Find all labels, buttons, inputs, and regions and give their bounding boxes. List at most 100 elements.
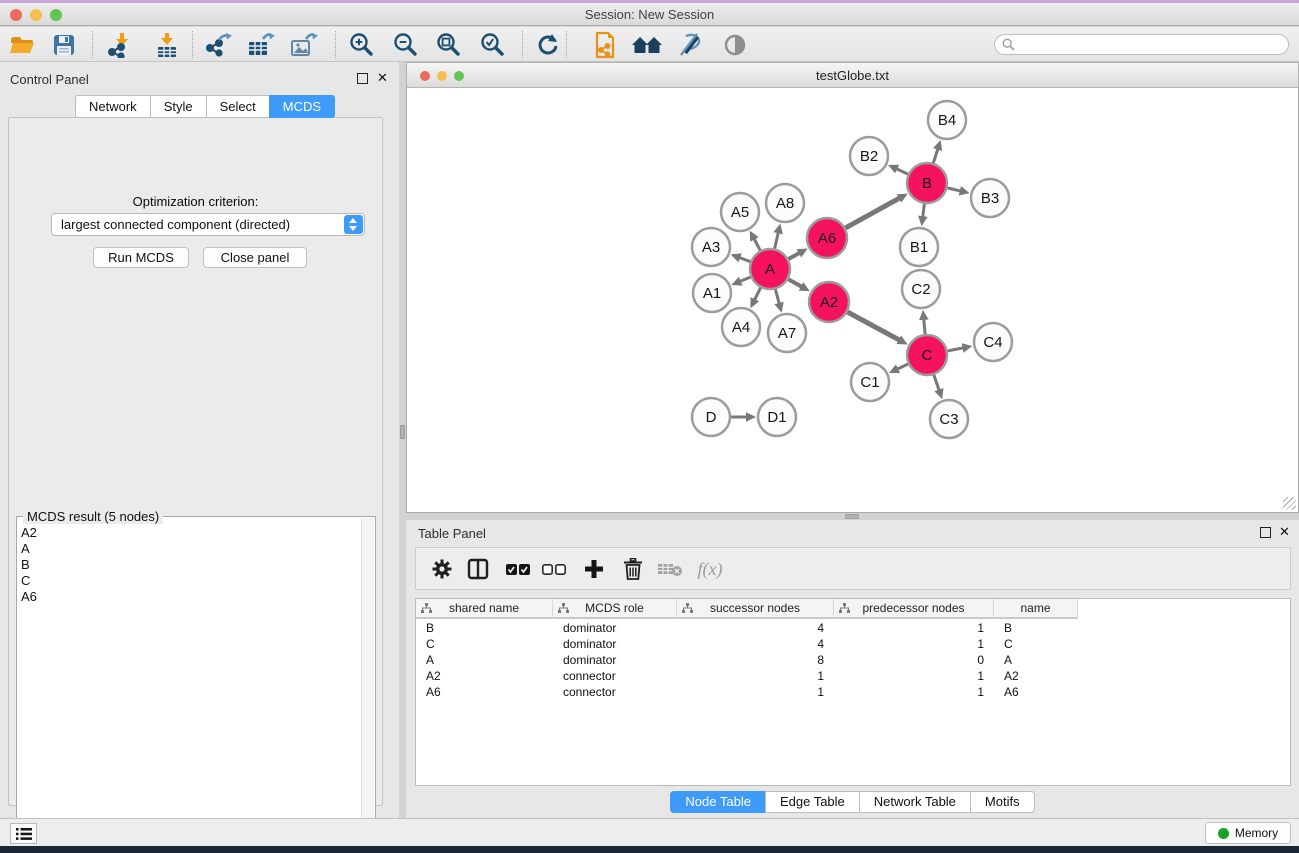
edge-A-A2[interactable] — [788, 279, 802, 287]
refresh-button[interactable] — [531, 30, 565, 59]
vertical-splitter-handle[interactable] — [400, 425, 405, 439]
hide-graphics-details-button[interactable] — [673, 30, 707, 59]
edge-A-A7[interactable] — [775, 289, 779, 305]
cell-shared-name[interactable]: B — [416, 621, 553, 637]
tab-mcds[interactable]: MCDS — [269, 95, 335, 118]
function-builder-button[interactable]: f(x) — [694, 554, 726, 584]
cell-predecessor-nodes[interactable]: 1 — [834, 621, 994, 637]
table-row[interactable]: A2connector11A2 — [416, 669, 1078, 685]
cell-shared-name[interactable]: A — [416, 653, 553, 669]
window-titlebar[interactable]: Session: New Session — [0, 3, 1299, 26]
open-session-button[interactable] — [5, 30, 39, 59]
vertical-splitter[interactable] — [399, 62, 406, 818]
export-table-button[interactable] — [244, 30, 278, 59]
cell-shared-name[interactable]: A2 — [416, 669, 553, 685]
column-header-name[interactable]: name — [994, 599, 1078, 619]
result-item[interactable]: A2 — [21, 525, 37, 541]
table-row[interactable]: Cdominator41C — [416, 637, 1078, 653]
deselect-all-button[interactable] — [538, 554, 570, 584]
table-settings-button[interactable] — [426, 554, 458, 584]
cell-MCDS-role[interactable]: connector — [553, 685, 677, 701]
cell-name[interactable]: A2 — [994, 669, 1078, 685]
result-item[interactable]: A — [21, 541, 37, 557]
edge-B-B1[interactable] — [923, 204, 925, 218]
cell-shared-name[interactable]: C — [416, 637, 553, 653]
edge-C-C3[interactable] — [934, 375, 940, 392]
cell-predecessor-nodes[interactable]: 0 — [834, 653, 994, 669]
show-columns-button[interactable] — [462, 554, 494, 584]
edge-C-C2[interactable] — [924, 318, 925, 334]
import-network-button[interactable] — [103, 30, 137, 59]
column-header-successor-nodes[interactable]: successor nodes — [677, 599, 834, 619]
edge-B-B4[interactable] — [933, 148, 938, 163]
select-all-button[interactable] — [502, 554, 534, 584]
network-snapshot-button[interactable] — [588, 30, 622, 59]
tab-network[interactable]: Network — [75, 95, 150, 118]
control-panel-close-icon[interactable]: ✕ — [377, 70, 388, 86]
cell-successor-nodes[interactable]: 4 — [677, 637, 834, 653]
cell-shared-name[interactable]: A6 — [416, 685, 553, 701]
horizontal-splitter-handle[interactable] — [845, 514, 859, 519]
tab-select[interactable]: Select — [206, 95, 269, 118]
table-row[interactable]: Adominator80A — [416, 653, 1078, 669]
network-canvas[interactable]: B4B2BB3A8A5A6A3B1AA1C2A2A4A7C4CC1C3DD1 — [406, 88, 1299, 513]
cell-successor-nodes[interactable]: 1 — [677, 669, 834, 685]
resize-grip-icon[interactable] — [1283, 497, 1296, 510]
result-item[interactable]: C — [21, 573, 37, 589]
horizontal-splitter[interactable] — [406, 513, 1299, 520]
task-history-button[interactable] — [10, 823, 37, 844]
criterion-select[interactable]: largest connected component (directed) — [51, 213, 365, 236]
result-item[interactable]: B — [21, 557, 37, 573]
edge-A-A5[interactable] — [754, 238, 761, 251]
search-field[interactable] — [994, 34, 1289, 55]
zoom-selected-button[interactable] — [475, 30, 509, 59]
edge-B-B3[interactable] — [947, 188, 961, 191]
edge-A-A4[interactable] — [754, 288, 761, 301]
cell-MCDS-role[interactable]: dominator — [553, 621, 677, 637]
home-button[interactable] — [630, 30, 664, 59]
cell-successor-nodes[interactable]: 8 — [677, 653, 834, 669]
result-scrollbar[interactable] — [361, 518, 374, 853]
edge-A6-B[interactable] — [845, 197, 900, 227]
show-graphics-details-button[interactable] — [718, 30, 752, 59]
column-header-shared-name[interactable]: shared name — [416, 599, 553, 619]
edge-A-A6[interactable] — [788, 252, 800, 259]
close-panel-button[interactable]: Close panel — [203, 247, 307, 268]
tab-edge-table[interactable]: Edge Table — [765, 791, 859, 813]
tab-network-table[interactable]: Network Table — [859, 791, 970, 813]
tab-style[interactable]: Style — [150, 95, 206, 118]
cell-MCDS-role[interactable]: dominator — [553, 637, 677, 653]
export-network-button[interactable] — [202, 30, 236, 59]
run-mcds-button[interactable]: Run MCDS — [93, 247, 189, 268]
edge-C-C4[interactable] — [948, 348, 965, 351]
cell-successor-nodes[interactable]: 4 — [677, 621, 834, 637]
table-panel-close-icon[interactable]: ✕ — [1279, 524, 1290, 540]
cell-predecessor-nodes[interactable]: 1 — [834, 637, 994, 653]
zoom-in-button[interactable] — [344, 30, 378, 59]
cell-name[interactable]: C — [994, 637, 1078, 653]
result-item[interactable]: A6 — [21, 589, 37, 605]
delete-table-button[interactable] — [654, 554, 686, 584]
tab-motifs[interactable]: Motifs — [970, 791, 1035, 813]
cell-MCDS-role[interactable]: dominator — [553, 653, 677, 669]
column-header-MCDS-role[interactable]: MCDS role — [553, 599, 677, 619]
column-header-predecessor-nodes[interactable]: predecessor nodes — [834, 599, 994, 619]
tab-node-table[interactable]: Node Table — [670, 791, 765, 813]
edge-B-B2[interactable] — [895, 168, 908, 174]
edge-A-A8[interactable] — [775, 231, 779, 248]
table-row[interactable]: A6connector11A6 — [416, 685, 1078, 701]
network-window-titlebar[interactable]: testGlobe.txt — [406, 62, 1299, 88]
mcds-result-list[interactable]: A2ABCA6 — [21, 525, 37, 605]
search-input[interactable] — [1019, 38, 1288, 52]
cell-name[interactable]: A6 — [994, 685, 1078, 701]
save-session-button[interactable] — [47, 30, 81, 59]
cell-MCDS-role[interactable]: connector — [553, 669, 677, 685]
cell-successor-nodes[interactable]: 1 — [677, 685, 834, 701]
control-panel-float-icon[interactable] — [357, 73, 368, 84]
table-panel-float-icon[interactable] — [1260, 527, 1271, 538]
memory-button[interactable]: Memory — [1205, 822, 1291, 844]
zoom-out-button[interactable] — [388, 30, 422, 59]
cell-predecessor-nodes[interactable]: 1 — [834, 669, 994, 685]
node-table[interactable]: shared nameMCDS rolesuccessor nodesprede… — [415, 598, 1291, 786]
cell-name[interactable]: A — [994, 653, 1078, 669]
